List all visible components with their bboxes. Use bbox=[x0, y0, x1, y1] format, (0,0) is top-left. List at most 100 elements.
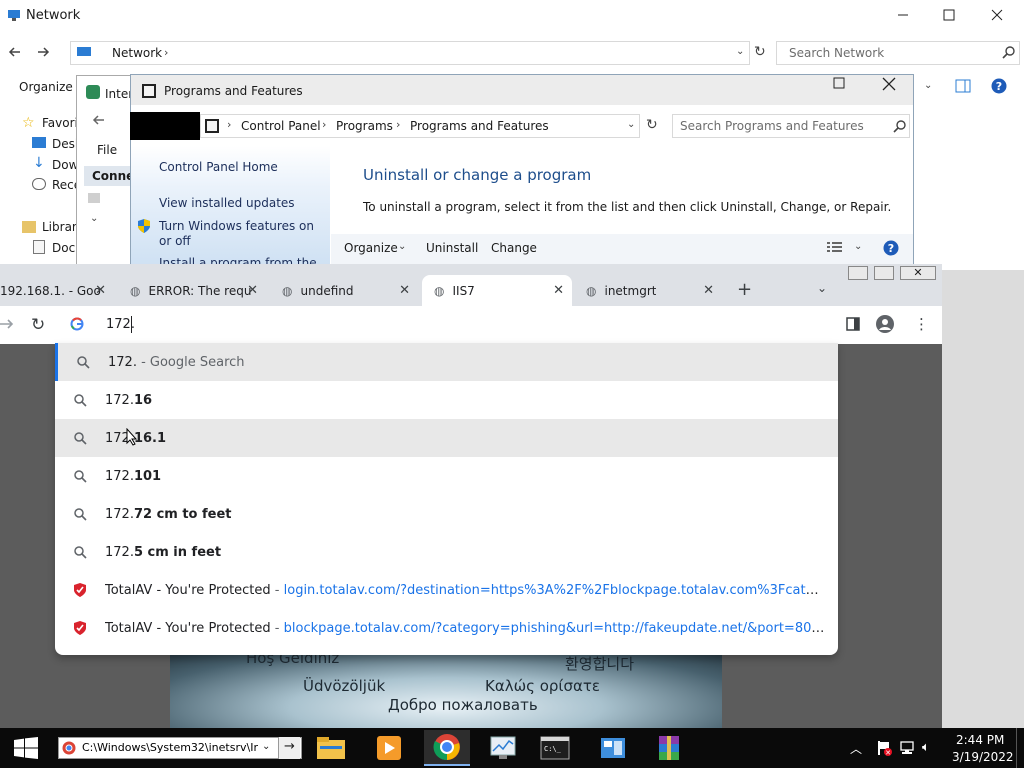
tab-iis7[interactable]: ◍ IIS7 ✕ bbox=[422, 275, 572, 306]
chrome-icon[interactable] bbox=[424, 730, 470, 766]
reload-icon[interactable]: ↻ bbox=[31, 315, 45, 335]
clock-time[interactable]: 2:44 PM bbox=[956, 733, 1004, 747]
chevron-down-icon[interactable]: ⌄ bbox=[736, 46, 744, 57]
refresh-icon[interactable]: ↻ bbox=[754, 44, 766, 60]
chevron-up-icon[interactable]: ︿ bbox=[850, 740, 862, 757]
clock-date[interactable]: 3/19/2022 bbox=[952, 750, 1014, 764]
view-installed-updates-link[interactable]: View installed updates bbox=[159, 196, 295, 210]
network-organize-button[interactable]: Organize bbox=[19, 80, 73, 94]
suggestion-row[interactable]: TotalAV - You're Protected - login.total… bbox=[55, 571, 838, 609]
security-flag-icon[interactable]: ✕ bbox=[876, 740, 892, 756]
winrar-icon[interactable] bbox=[646, 730, 692, 766]
chrome-menu-icon[interactable]: ⋮ bbox=[914, 316, 929, 332]
chevron-down-icon[interactable]: ⌄ bbox=[627, 119, 635, 130]
pf-close-button[interactable] bbox=[882, 77, 896, 91]
view-options-icon[interactable] bbox=[827, 241, 843, 253]
suggestion-row[interactable]: TotalAV - You're Protected - blockpage.t… bbox=[55, 609, 838, 647]
go-arrow-icon[interactable]: → bbox=[278, 737, 300, 759]
favorites-star-icon: ☆ bbox=[22, 115, 35, 131]
help-icon[interactable]: ? bbox=[991, 78, 1007, 94]
chrome-close-button[interactable]: ✕ bbox=[900, 266, 936, 280]
close-icon[interactable]: ✕ bbox=[553, 283, 564, 298]
internet-options-icon bbox=[86, 85, 100, 99]
tab-error[interactable]: ◍ ERROR: The requ ✕ bbox=[118, 275, 266, 306]
file-explorer-icon[interactable] bbox=[308, 730, 354, 766]
help-icon[interactable]: ? bbox=[883, 240, 899, 256]
profile-avatar-icon[interactable] bbox=[876, 315, 894, 333]
breadcrumb-programs[interactable]: Programs bbox=[336, 119, 393, 133]
performance-monitor-icon[interactable] bbox=[480, 730, 526, 766]
close-icon[interactable]: ✕ bbox=[95, 283, 106, 298]
pf-uninstall-button[interactable]: Uninstall bbox=[426, 241, 478, 255]
ie-connections-tab[interactable]: Conne bbox=[84, 166, 132, 186]
turn-windows-features-link[interactable]: Turn Windows features on or off bbox=[159, 219, 323, 249]
tab-inetmgrt[interactable]: ◍ inetmgrt ✕ bbox=[574, 275, 722, 306]
suggestion-row[interactable]: 172.5 cm in feet bbox=[55, 533, 838, 571]
side-panel-icon[interactable] bbox=[846, 317, 860, 331]
preview-pane-icon[interactable] bbox=[955, 79, 971, 93]
ie-back-icon[interactable] bbox=[92, 113, 106, 127]
close-icon[interactable]: ✕ bbox=[399, 283, 410, 298]
suggestion-text: 172.72 cm to feet bbox=[105, 506, 232, 522]
pf-organize-button[interactable]: Organize bbox=[344, 241, 398, 255]
suggestion-row[interactable]: 172.72 cm to feet bbox=[55, 495, 838, 533]
forward-arrow-icon[interactable] bbox=[0, 317, 14, 331]
suggestion-row[interactable]: 172.16.1 bbox=[55, 419, 838, 457]
chrome-minimize-button[interactable] bbox=[848, 266, 868, 280]
pf-maximize-button[interactable] bbox=[833, 77, 845, 89]
network-address-crumb[interactable]: Network bbox=[112, 46, 162, 60]
tab-undefind[interactable]: ◍ undefind ✕ bbox=[270, 275, 418, 306]
close-button[interactable] bbox=[974, 0, 1020, 30]
network-address-bar[interactable] bbox=[70, 41, 750, 65]
new-tab-plus-icon[interactable]: + bbox=[737, 279, 752, 300]
nav-item-favorites[interactable]: Favori bbox=[42, 116, 78, 130]
back-arrow-icon[interactable] bbox=[8, 45, 22, 59]
globe-icon: ◍ bbox=[586, 283, 597, 298]
refresh-icon[interactable]: ↻ bbox=[646, 117, 658, 133]
nav-item-libraries[interactable]: Librari bbox=[42, 220, 80, 234]
pf-toolbar bbox=[331, 234, 913, 264]
totalav-shield-icon bbox=[55, 582, 105, 598]
show-desktop-divider[interactable] bbox=[1016, 728, 1017, 768]
pf-heading: Uninstall or change a program bbox=[363, 166, 592, 184]
libraries-folder-icon bbox=[22, 221, 36, 233]
control-panel-icon[interactable] bbox=[590, 730, 636, 766]
cmd-icon[interactable]: C:\_ bbox=[532, 730, 578, 766]
chrome-restore-button[interactable] bbox=[874, 266, 894, 280]
volume-icon[interactable]: 🔈︎ bbox=[922, 740, 930, 755]
globe-icon: ◍ bbox=[434, 283, 445, 298]
pf-description: To uninstall a program, select it from t… bbox=[363, 200, 892, 214]
chevron-down-icon[interactable]: ⌄ bbox=[90, 213, 98, 224]
chevron-down-icon[interactable]: ⌄ bbox=[262, 741, 270, 752]
maximize-button[interactable] bbox=[926, 0, 972, 30]
tab-192-168[interactable]: 192.168.1. - Goo ✕ bbox=[0, 275, 114, 306]
close-icon[interactable]: ✕ bbox=[703, 283, 714, 298]
search-icon[interactable] bbox=[1002, 45, 1016, 59]
search-icon[interactable] bbox=[893, 119, 907, 133]
minimize-button[interactable] bbox=[880, 0, 926, 30]
svg-text:✕: ✕ bbox=[885, 749, 891, 756]
search-icon bbox=[55, 469, 105, 483]
network-tray-icon[interactable] bbox=[899, 741, 915, 755]
media-player-icon[interactable] bbox=[366, 730, 412, 766]
breadcrumb-control-panel[interactable]: Control Panel bbox=[241, 119, 321, 133]
suggestion-row[interactable]: 172.101 bbox=[55, 457, 838, 495]
pf-change-button[interactable]: Change bbox=[491, 241, 537, 255]
control-panel-home-link[interactable]: Control Panel Home bbox=[159, 160, 278, 174]
start-windows-icon[interactable] bbox=[14, 737, 38, 759]
close-icon[interactable]: ✕ bbox=[247, 283, 258, 298]
tab-search-chevron-icon[interactable]: ⌄ bbox=[817, 281, 827, 295]
google-g-icon bbox=[70, 317, 84, 331]
nav-item-downloads[interactable]: Dow bbox=[52, 158, 78, 172]
downloads-arrow-icon: ↓ bbox=[33, 155, 45, 171]
desktop-icon bbox=[32, 137, 46, 148]
suggestion-row[interactable]: 172. - Google Search bbox=[55, 343, 838, 381]
chevron-down-icon[interactable]: ⌄ bbox=[924, 80, 932, 91]
chevron-down-icon[interactable]: ⌄ bbox=[854, 241, 862, 252]
suggestion-row[interactable]: 172.16 bbox=[55, 381, 838, 419]
suggestion-text: 172. - Google Search bbox=[108, 354, 245, 370]
ie-file-menu[interactable]: File bbox=[97, 143, 117, 157]
forward-arrow-icon[interactable] bbox=[36, 45, 50, 59]
chevron-down-icon[interactable]: ⌄ bbox=[398, 241, 406, 252]
breadcrumb-programs-features[interactable]: Programs and Features bbox=[410, 119, 549, 133]
